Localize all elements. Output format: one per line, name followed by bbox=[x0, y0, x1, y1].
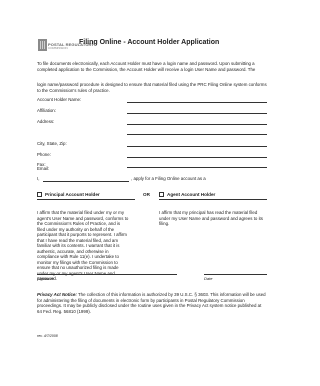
phone-field[interactable] bbox=[127, 157, 267, 158]
fax-field[interactable] bbox=[127, 167, 267, 168]
commission-logo: POSTAL REGULATORY COMMISSION bbox=[38, 39, 94, 51]
account-holder-name-label: Account Holder Name: bbox=[37, 97, 82, 102]
email-label: Email: bbox=[37, 166, 50, 171]
signature-field[interactable] bbox=[37, 274, 177, 275]
principal-heading-rule bbox=[37, 199, 135, 200]
agent-affirmation: I affirm that my principal has read the … bbox=[159, 210, 263, 226]
intro-paragraph-1: To file documents electronically, each A… bbox=[37, 61, 256, 72]
address-field-line-2[interactable] bbox=[127, 134, 267, 135]
affiliation-field[interactable] bbox=[127, 113, 267, 114]
revision-date: rev. 4/7/2008 bbox=[37, 334, 58, 338]
agent-heading: Agent Account Holder bbox=[167, 192, 216, 197]
affiliation-label: Affiliation: bbox=[37, 108, 56, 113]
applicant-name-field[interactable] bbox=[43, 181, 129, 182]
date-field[interactable] bbox=[204, 274, 267, 275]
or-separator: OR bbox=[143, 192, 150, 197]
privacy-notice: Privacy Act Notice: The collection of th… bbox=[37, 292, 267, 314]
city-state-zip-label: City, State, Zip: bbox=[37, 141, 67, 146]
intro-paragraph-2: login name/password procedure is designe… bbox=[37, 82, 267, 93]
account-holder-name-field[interactable] bbox=[127, 102, 267, 103]
address-field[interactable] bbox=[127, 124, 267, 125]
city-state-zip-field[interactable] bbox=[127, 146, 267, 147]
address-label: Address: bbox=[37, 119, 55, 124]
agent-checkbox[interactable] bbox=[159, 192, 164, 197]
principal-affirmation: I affirm that the material filed under m… bbox=[37, 210, 129, 281]
agent-heading-rule bbox=[159, 199, 267, 200]
principal-heading: Principal Account Holder bbox=[45, 192, 100, 197]
apply-prefix: I, bbox=[37, 176, 40, 181]
privacy-heading: Privacy Act Notice: bbox=[37, 292, 77, 297]
building-icon bbox=[38, 39, 47, 51]
date-label: Date bbox=[204, 276, 213, 281]
apply-suffix: , apply for a Filing Online account as a bbox=[131, 176, 206, 181]
phone-label: Phone: bbox=[37, 152, 51, 157]
form-title: Filing Online - Account Holder Applicati… bbox=[79, 39, 220, 46]
principal-checkbox[interactable] bbox=[37, 192, 42, 197]
logo-text-line2: COMMISSION bbox=[48, 46, 68, 50]
signature-label: Signature bbox=[37, 276, 55, 281]
